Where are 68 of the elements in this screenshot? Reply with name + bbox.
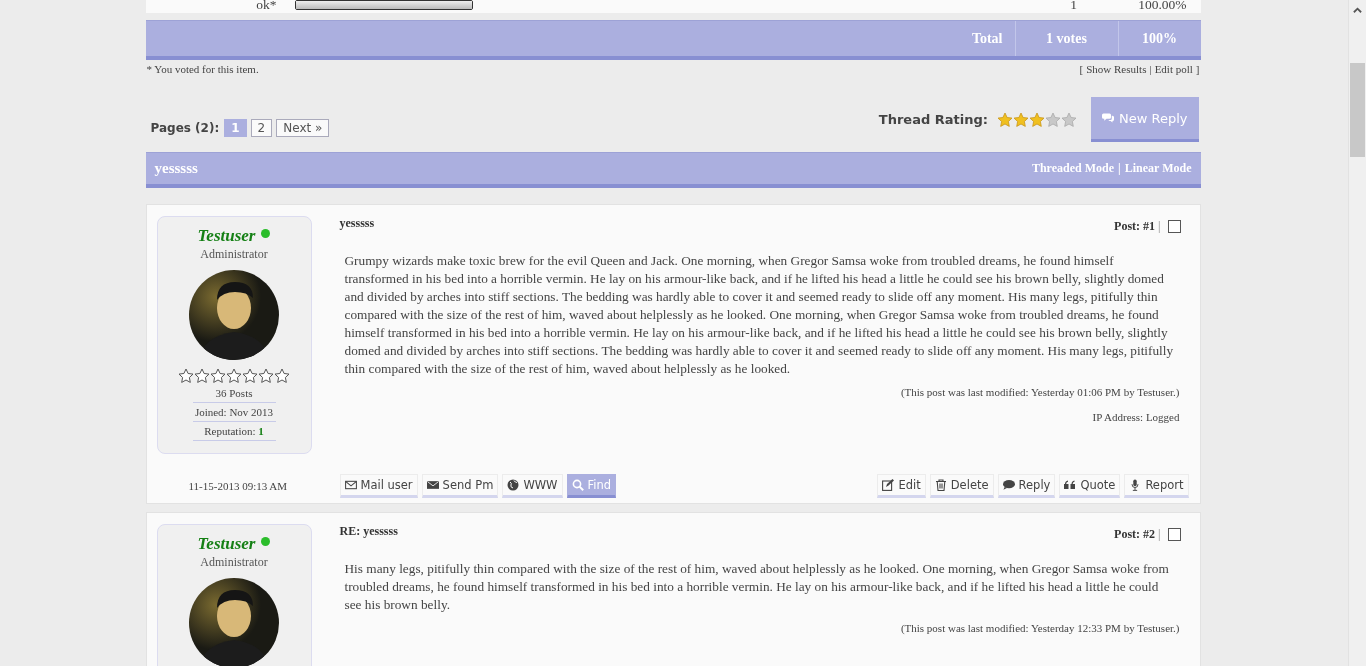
vote-percent: 100.00% (1137, 0, 1188, 13)
mail-button[interactable]: Mail user (339, 474, 418, 498)
filled-star-icon (1013, 111, 1029, 128)
post-number-label: Post: (1114, 219, 1141, 234)
post-subject: yesssss (339, 216, 375, 231)
separator: | (1158, 219, 1161, 234)
scroll-up-icon[interactable] (1353, 7, 1362, 13)
separator: | (1118, 161, 1121, 176)
quote-button[interactable]: Quote (1059, 474, 1121, 498)
report-button[interactable]: Report (1124, 474, 1189, 498)
edit-poll-link[interactable]: Edit poll (1154, 63, 1193, 75)
rating-label: Thread Rating: (878, 112, 988, 127)
reply-button[interactable]: Reply (997, 474, 1056, 498)
next-link[interactable]: Next » (276, 119, 330, 137)
edit-note: (This post was last modified: Yesterday 01:06 PM by Testuser.) (900, 386, 1180, 398)
microphone-icon (1129, 479, 1142, 491)
ip-address: IP Address: Logged (1092, 411, 1180, 423)
vote-note: * You voted for this item. (146, 63, 259, 75)
thread-title: yesssss (154, 160, 198, 177)
search-icon (571, 479, 584, 491)
edit-button[interactable]: Edit (877, 474, 926, 498)
select-checkbox[interactable] (1167, 220, 1181, 233)
username-link[interactable]: Testuser (197, 534, 256, 554)
vote-count: 1 (1069, 0, 1078, 13)
quote-icon (1064, 479, 1077, 491)
total-votes: 1 votes (1014, 21, 1119, 56)
join-date: Joined: Nov 2013 (192, 403, 276, 422)
separator: | (1149, 63, 1152, 75)
edit-note: (This post was last modified: Yesterday 12:33 PM by Testuser.) (900, 622, 1180, 634)
pages-label: Pages (2): (150, 121, 220, 135)
pm-button[interactable]: Send Pm (421, 474, 499, 498)
star-rating[interactable] (997, 111, 1077, 128)
speech-bubble-icon (1102, 112, 1114, 124)
total-label: Total (971, 29, 1004, 48)
post-number-link[interactable]: #2 (1143, 527, 1156, 542)
post-body: His many legs, pitifully thin compared with the size of the rest of him, waved about helplessly as he looked. One morning, when Gregor Samsa woke from troubled dreams, he found himself transformed in his bed into a horrible vermin. He lay on his armour-like back, and if he lifted his head a little he could see his brown belly. (344, 560, 1170, 614)
show-results-link[interactable]: Show Results (1086, 63, 1147, 75)
scroll-thumb[interactable] (1350, 63, 1365, 157)
bracket: [ (1079, 63, 1084, 75)
globe-icon (507, 479, 520, 491)
pencil-icon (882, 479, 895, 491)
filled-star-icon (997, 111, 1013, 128)
post-subject: RE: yesssss (339, 524, 398, 539)
empty-star-icon (1061, 111, 1077, 128)
total-percent: 100% (1141, 29, 1178, 48)
empty-star-icon (1045, 111, 1061, 128)
post-number-label: Post: (1114, 527, 1141, 542)
trash-icon (934, 479, 947, 491)
select-checkbox[interactable] (1167, 528, 1181, 541)
envelope-icon (426, 479, 439, 491)
scrollbar[interactable] (1348, 0, 1366, 666)
bracket: ] (1195, 63, 1200, 75)
post-body: Grumpy wizards make toxic brew for the evil Queen and Jack. One morning, when Gregor Samsa woke from troubled dreams, he found himself transformed in his bed into a horrible vermin. He lay on his armour-like back, and if he lifted his head a little he could see his brown belly, slightly domed and divided by arches into stiff sections. The bedding was hardly able to cover it and seemed ready to slide off any moment. His many legs, pitifully thin compared with the size of the rest of him, waved about helplessly as he looked. One morning, when Gregor Samsa woke from troubled dreams, he found himself transformed in his bed into a horrible vermin. He lay on his armour-like back, and if he lifted his head a little he could see his brown belly, slightly domed and divided by arches into stiff sections. The bedding was hardly able to cover it and seemed ready to slide off any moment. His many legs, pitifully thin compared with the size of the rest of him, waved about helplessly as he looked. (344, 252, 1175, 378)
reputation: Reputation: 1 (192, 422, 276, 441)
separator: | (1158, 527, 1161, 542)
post-number-link[interactable]: #1 (1143, 219, 1156, 234)
page-link[interactable]: 2 (250, 119, 273, 137)
www-button[interactable]: WWW (502, 474, 563, 498)
speech-bubble-icon (1002, 479, 1015, 491)
filled-star-icon (1029, 111, 1045, 128)
delete-button[interactable]: Delete (929, 474, 994, 498)
username-link[interactable]: Testuser (197, 226, 256, 246)
envelope-icon (344, 479, 357, 491)
user-role: Administrator (200, 555, 268, 570)
poll-option: ok* (154, 0, 295, 13)
post-date: 11-15-2013 09:13 AM (188, 480, 288, 492)
post-count: 36 Posts (192, 384, 276, 403)
user-role: Administrator (200, 247, 268, 262)
